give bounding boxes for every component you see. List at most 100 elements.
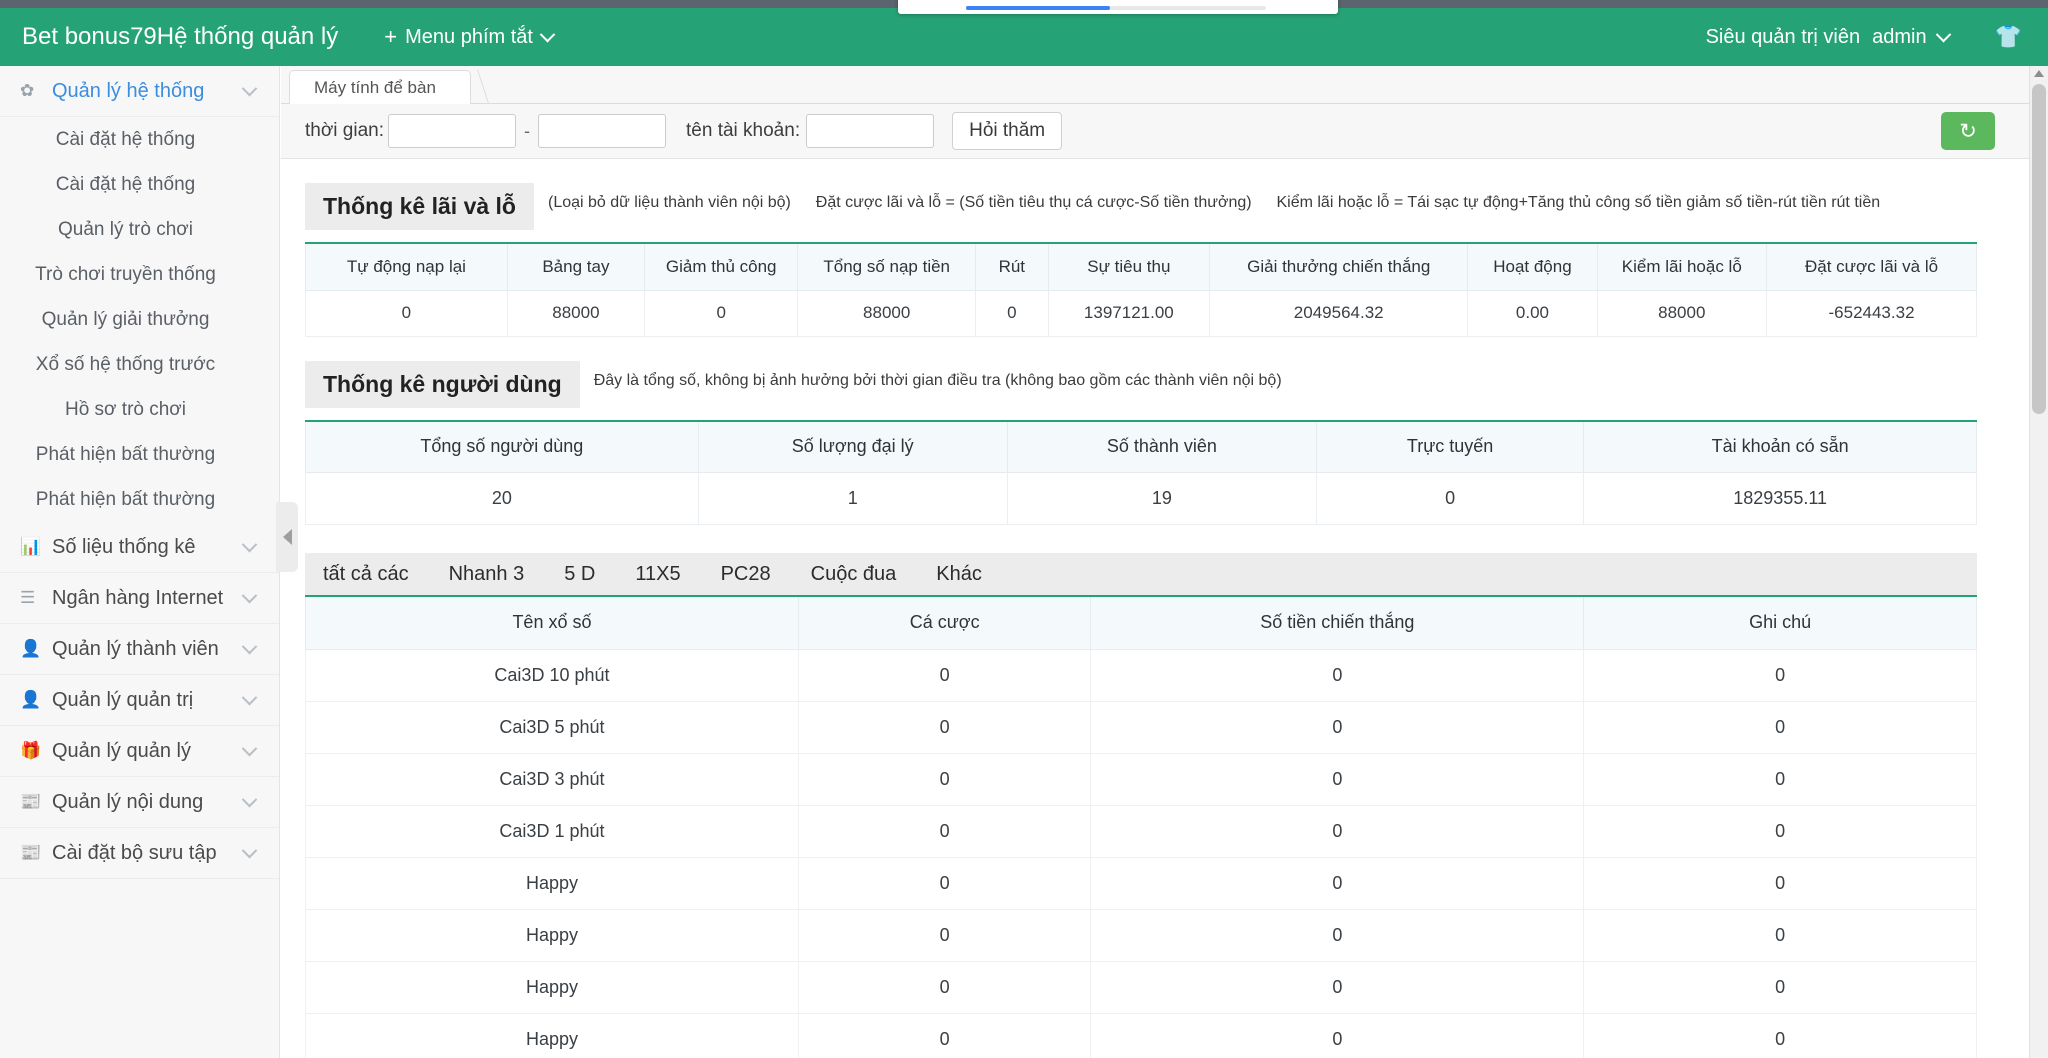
lottery-tab-1[interactable]: Nhanh 3 — [429, 563, 545, 586]
table-row: Happy000 — [306, 1013, 1977, 1058]
lottery-cell-0-2: 0 — [1091, 649, 1584, 701]
chevron-down-icon[interactable] — [244, 842, 255, 865]
profit-cell-7: 0.00 — [1468, 290, 1597, 336]
username-label[interactable]: admin — [1872, 26, 1926, 49]
user-outline-icon: 👤 — [20, 639, 44, 659]
lottery-tab-6[interactable]: Khác — [916, 563, 1002, 586]
sidebar-group-1[interactable]: 📊Số liệu thống kê — [0, 522, 279, 573]
sidebar-group-label: Số liệu thống kê — [52, 536, 195, 559]
chevron-down-icon[interactable] — [244, 587, 255, 610]
lottery-col-2: Số tiền chiến thắng — [1091, 597, 1584, 649]
table-row: Happy000 — [306, 857, 1977, 909]
time-from-input[interactable] — [388, 114, 516, 148]
lottery-tab-bar: tất cả cácNhanh 35 D11X5PC28Cuộc đuaKhác — [305, 553, 1977, 597]
document-icon: 📰 — [20, 792, 44, 812]
sidebar-item-0-1[interactable]: Cài đặt hệ thống — [0, 162, 279, 207]
lottery-cell-7-2: 0 — [1091, 1013, 1584, 1058]
lottery-cell-1-2: 0 — [1091, 701, 1584, 753]
profit-note-1: (Loại bỏ dữ liệu thành viên nội bộ) — [548, 194, 791, 211]
lottery-cell-6-1: 0 — [798, 961, 1090, 1013]
time-to-input[interactable] — [538, 114, 666, 148]
account-name-label: tên tài khoản: — [686, 120, 800, 142]
table-header-row: Tên xổ sốCá cượcSố tiền chiến thắngGhi c… — [306, 597, 1977, 649]
sidebar-group-0[interactable]: ✿Quản lý hệ thống — [0, 66, 279, 117]
lottery-tab-4[interactable]: PC28 — [701, 563, 791, 586]
profit-cell-5: 1397121.00 — [1048, 290, 1209, 336]
sidebar-item-0-0[interactable]: Cài đặt hệ thống — [0, 117, 279, 162]
chevron-down-icon[interactable] — [1935, 26, 1951, 42]
lottery-cell-0-0: Cai3D 10 phút — [306, 649, 799, 701]
chevron-down-icon — [540, 26, 556, 42]
chevron-down-icon[interactable] — [244, 689, 255, 712]
sidebar-group-3[interactable]: 👤Quản lý thành viên — [0, 624, 279, 675]
profit-cell-0: 0 — [306, 290, 508, 336]
profit-section-title: Thống kê lãi và lỗ — [305, 183, 534, 230]
user-col-4: Tài khoản có sẵn — [1584, 421, 1977, 473]
sidebar-group-2[interactable]: ☰ Ngân hàng Internet — [0, 573, 279, 624]
profit-col-6: Giải thưởng chiến thắng — [1210, 243, 1468, 290]
lottery-cell-2-3: 0 — [1584, 753, 1977, 805]
user-col-3: Trực tuyến — [1316, 421, 1583, 473]
account-name-input[interactable] — [806, 114, 934, 148]
range-dash: - — [524, 121, 530, 142]
sidebar-item-0-6[interactable]: Hồ sơ trò chơi — [0, 387, 279, 432]
chevron-down-icon[interactable] — [244, 791, 255, 814]
shortcut-menu-label: Menu phím tắt — [405, 26, 533, 49]
sidebar-item-0-4[interactable]: Quản lý giải thưởng — [0, 297, 279, 342]
table-header-row: Tổng số người dùngSố lượng đại lýSố thàn… — [306, 421, 1977, 473]
user-table: Tổng số người dùngSố lượng đại lýSố thàn… — [305, 420, 1977, 526]
user-solid-icon: 👤 — [20, 690, 44, 710]
sidebar-collapse-toggle[interactable] — [276, 502, 298, 572]
sidebar-group-label: Ngân hàng Internet — [52, 587, 223, 610]
profit-col-3: Tổng số nạp tiền — [798, 243, 976, 290]
sidebar-item-0-2[interactable]: Quản lý trò chơi — [0, 207, 279, 252]
sidebar-item-0-3[interactable]: Trò chơi truyền thống — [0, 252, 279, 297]
chevron-down-icon[interactable] — [244, 536, 255, 559]
lottery-cell-2-2: 0 — [1091, 753, 1584, 805]
list-icon: ☰ — [20, 588, 44, 608]
profit-col-4: Rút — [975, 243, 1048, 290]
lottery-cell-1-0: Cai3D 5 phút — [306, 701, 799, 753]
scrollbar-thumb[interactable] — [2032, 84, 2046, 414]
profit-cell-1: 88000 — [507, 290, 644, 336]
sidebar-group-5[interactable]: 🎁 Quản lý quản lý — [0, 726, 279, 777]
sidebar-group-7[interactable]: 📰Cài đặt bộ sưu tập — [0, 828, 279, 879]
sidebar-item-0-5[interactable]: Xổ số hệ thống trước — [0, 342, 279, 387]
sidebar-group-label: Quản lý quản lý — [52, 740, 191, 763]
loading-progress-overlay — [898, 0, 1338, 14]
lottery-tab-5[interactable]: Cuộc đua — [791, 563, 917, 586]
chevron-down-icon[interactable] — [244, 80, 255, 103]
lottery-cell-5-2: 0 — [1091, 909, 1584, 961]
gift-icon: 🎁 — [20, 741, 44, 761]
sidebar-item-0-7[interactable]: Phát hiện bất thường — [0, 432, 279, 477]
shirt-icon[interactable]: 👕 — [1995, 26, 2022, 48]
brand-title: Bet bonus79Hệ thống quản lý — [22, 23, 338, 51]
lottery-cell-4-0: Happy — [306, 857, 799, 909]
refresh-button[interactable]: ↻ — [1941, 112, 1995, 150]
tab-desktop[interactable]: Máy tính để bàn — [289, 70, 471, 104]
profit-section-header: Thống kê lãi và lỗ (Loại bỏ dữ liệu thàn… — [305, 183, 1977, 230]
lottery-tab-3[interactable]: 11X5 — [615, 563, 700, 586]
scroll-up-arrow-icon[interactable] — [2034, 70, 2044, 77]
lottery-cell-5-0: Happy — [306, 909, 799, 961]
content-area: Máy tính để bàn thời gian: - tên tài kho… — [281, 66, 2029, 1058]
lottery-tab-0[interactable]: tất cả các — [305, 563, 429, 586]
page-scrollbar[interactable] — [2029, 66, 2048, 1058]
user-cell-4: 1829355.11 — [1584, 473, 1977, 525]
table-header-row: Tự động nạp lạiBảng tayGiảm thủ côngTổng… — [306, 243, 1977, 290]
lottery-cell-6-0: Happy — [306, 961, 799, 1013]
profit-cell-9: -652443.32 — [1767, 290, 1977, 336]
user-cell-1: 1 — [698, 473, 1007, 525]
inquire-button[interactable]: Hỏi thăm — [952, 112, 1062, 150]
lottery-tab-2[interactable]: 5 D — [544, 563, 615, 586]
sidebar-group-4[interactable]: 👤Quản lý quản trị — [0, 675, 279, 726]
profit-cell-4: 0 — [975, 290, 1048, 336]
user-cell-0: 20 — [306, 473, 699, 525]
sidebar-group-6[interactable]: 📰Quản lý nội dung — [0, 777, 279, 828]
lottery-cell-2-0: Cai3D 3 phút — [306, 753, 799, 805]
chevron-down-icon[interactable] — [244, 638, 255, 661]
chevron-down-icon[interactable] — [244, 740, 255, 763]
table-row: Happy000 — [306, 961, 1977, 1013]
sidebar-item-0-8[interactable]: Phát hiện bất thường — [0, 477, 279, 522]
shortcut-menu-button[interactable]: + Menu phím tắt — [384, 24, 553, 50]
